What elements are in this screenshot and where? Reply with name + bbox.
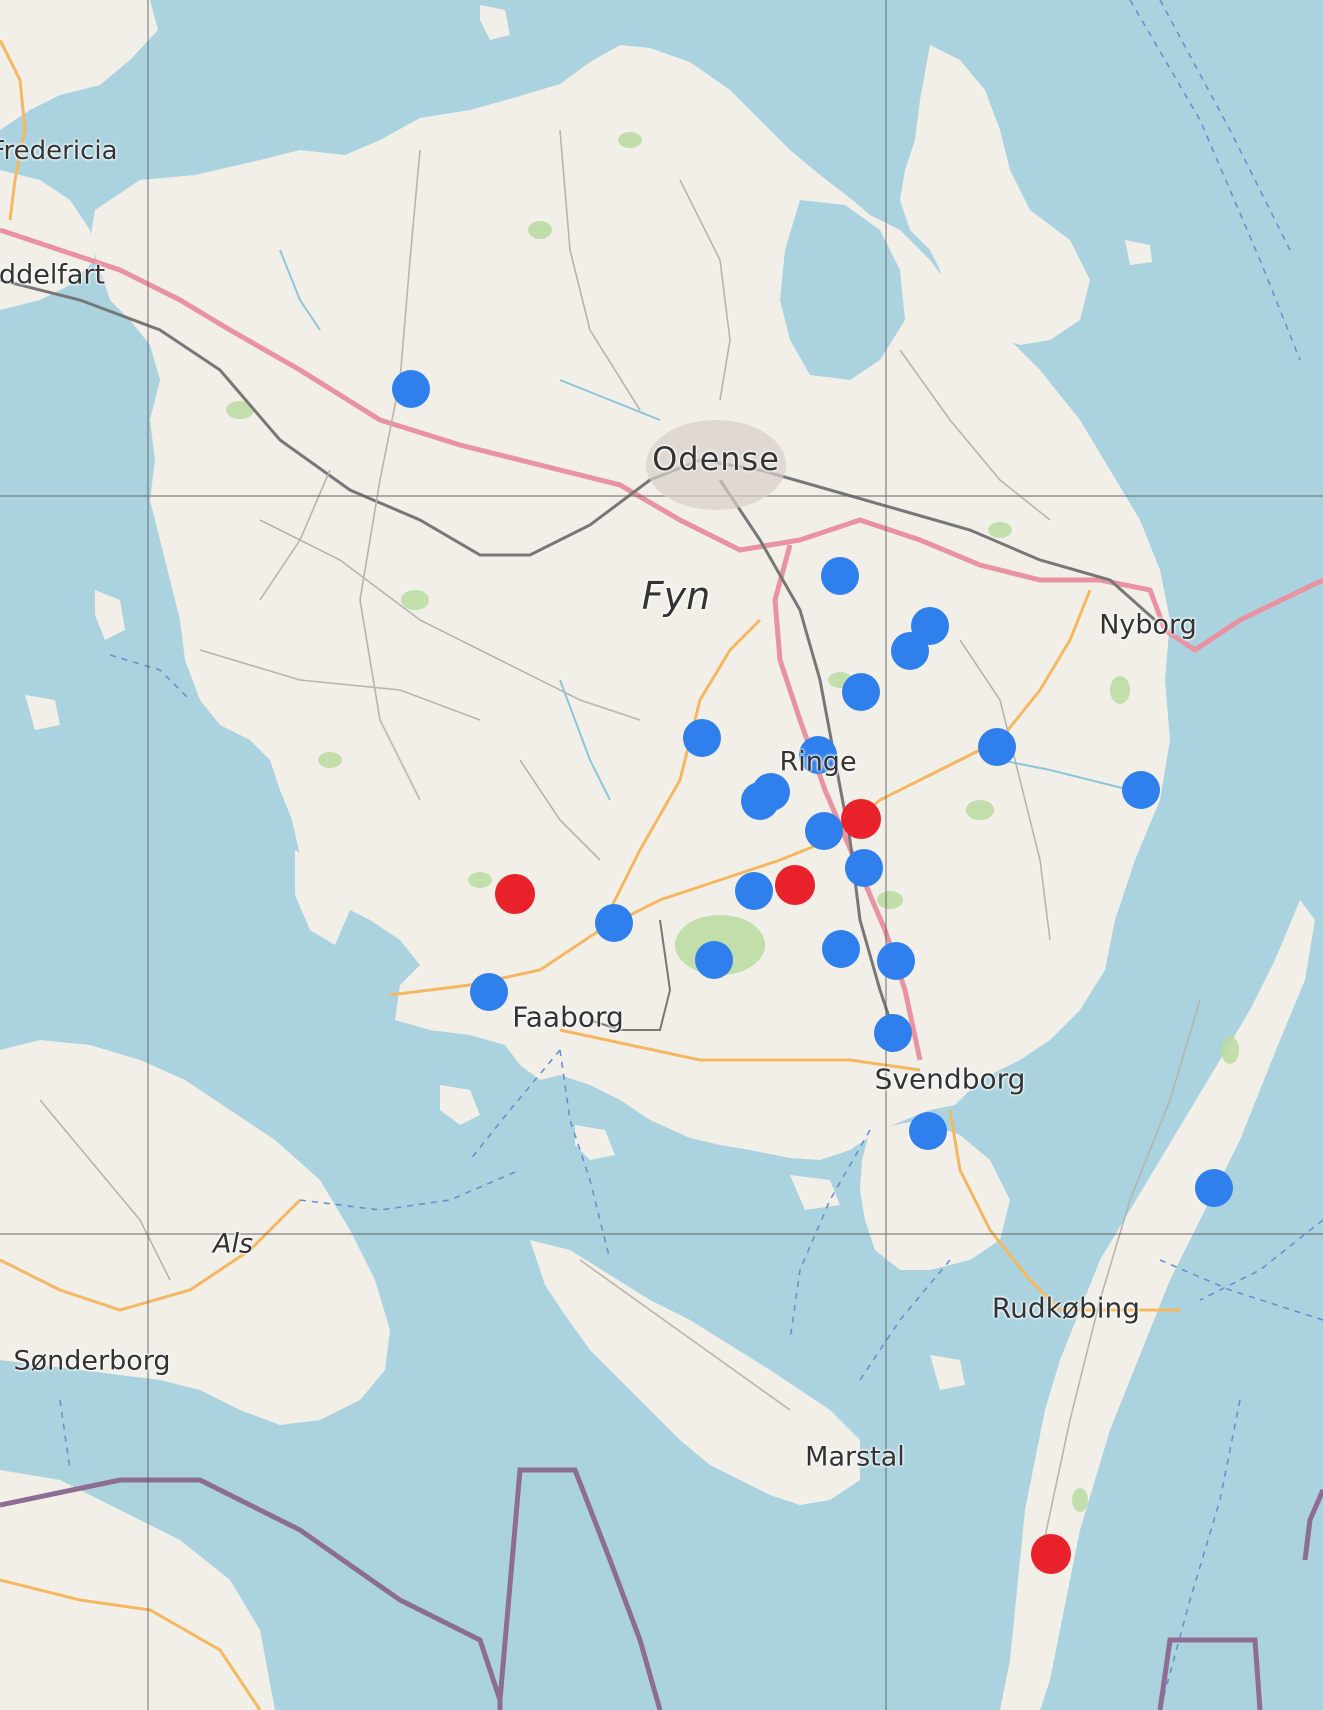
marker-blue[interactable] xyxy=(845,849,883,887)
marker-blue[interactable] xyxy=(842,673,880,711)
marker-blue[interactable] xyxy=(978,728,1016,766)
label-faaborg: Faaborg xyxy=(512,1000,624,1034)
label-fredericia: Fredericia xyxy=(0,136,118,166)
label-sonderborg: Sønderborg xyxy=(13,1345,171,1377)
label-marstal: Marstal xyxy=(805,1441,905,1473)
marker-blue[interactable] xyxy=(695,941,733,979)
marker-blue[interactable] xyxy=(805,812,843,850)
marker-blue[interactable] xyxy=(821,557,859,595)
marker-blue[interactable] xyxy=(822,930,860,968)
marker-blue[interactable] xyxy=(891,632,929,670)
marker-blue[interactable] xyxy=(877,942,915,980)
marker-blue[interactable] xyxy=(1122,771,1160,809)
marker-red[interactable] xyxy=(1031,1534,1071,1574)
marker-blue[interactable] xyxy=(874,1014,912,1052)
map-canvas[interactable] xyxy=(0,0,1323,1710)
label-svendborg: Svendborg xyxy=(874,1062,1026,1096)
label-middelfart: ddelfart xyxy=(0,259,106,291)
label-rudkobing: Rudkøbing xyxy=(991,1291,1141,1325)
map-view[interactable]: Odense Fyn Nyborg Ringe Faaborg Svendbor… xyxy=(0,0,1323,1710)
label-als: Als xyxy=(212,1228,254,1260)
marker-blue[interactable] xyxy=(909,1112,947,1150)
marker-blue[interactable] xyxy=(683,719,721,757)
marker-red[interactable] xyxy=(775,865,815,905)
label-ringe: Ringe xyxy=(779,746,857,778)
marker-blue[interactable] xyxy=(470,973,508,1011)
marker-red[interactable] xyxy=(495,874,535,914)
label-odense: Odense xyxy=(652,440,780,478)
marker-red[interactable] xyxy=(841,799,881,839)
marker-blue[interactable] xyxy=(741,782,779,820)
label-fyn: Fyn xyxy=(641,574,711,618)
marker-blue[interactable] xyxy=(735,872,773,910)
label-nyborg: Nyborg xyxy=(1099,609,1197,641)
marker-blue[interactable] xyxy=(392,370,430,408)
marker-blue[interactable] xyxy=(1195,1169,1233,1207)
marker-blue[interactable] xyxy=(595,904,633,942)
